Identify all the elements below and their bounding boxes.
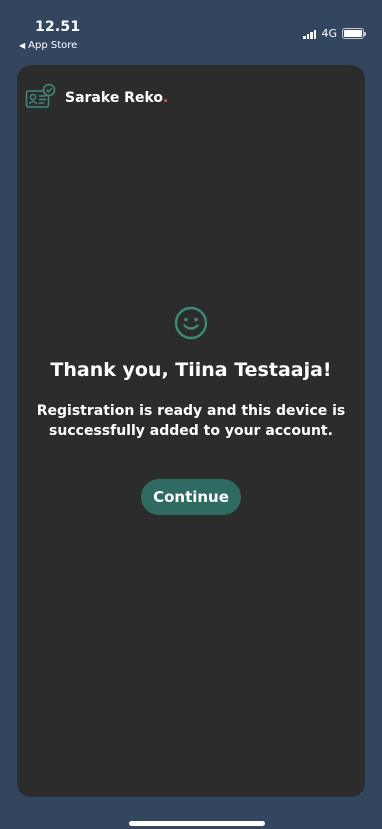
continue-button[interactable]: Continue <box>141 479 241 515</box>
id-card-check-icon <box>25 83 56 108</box>
battery-icon <box>342 28 366 39</box>
status-bar: 12.51 ◀ App Store 4G <box>0 0 382 60</box>
home-indicator[interactable] <box>129 821 265 826</box>
brand-name: Sarake Reko. <box>65 90 168 106</box>
page-title: Thank you, Tiina Testaaja! <box>50 359 332 381</box>
back-app-label: App Store <box>28 40 78 51</box>
smiley-icon <box>174 306 208 340</box>
back-to-app-store-link[interactable]: ◀ App Store <box>19 40 77 51</box>
brand-header: Sarake Reko. <box>25 83 168 113</box>
main-card: Sarake Reko. Thank you, Tiina Testaaja! … <box>17 65 365 797</box>
brand-name-text: Sarake Reko <box>65 90 164 106</box>
back-arrow-icon: ◀ <box>19 41 26 50</box>
status-indicators: 4G <box>303 27 366 40</box>
confirmation-content: Thank you, Tiina Testaaja! Registration … <box>17 305 365 515</box>
status-time: 12.51 <box>35 19 81 35</box>
signal-icon <box>303 29 317 39</box>
confirmation-message: Registration is ready and this device is… <box>36 403 346 439</box>
screen: 12.51 ◀ App Store 4G Sarake Reko. Thank … <box>0 0 382 829</box>
network-type: 4G <box>321 27 337 40</box>
brand-dot: . <box>163 90 169 106</box>
